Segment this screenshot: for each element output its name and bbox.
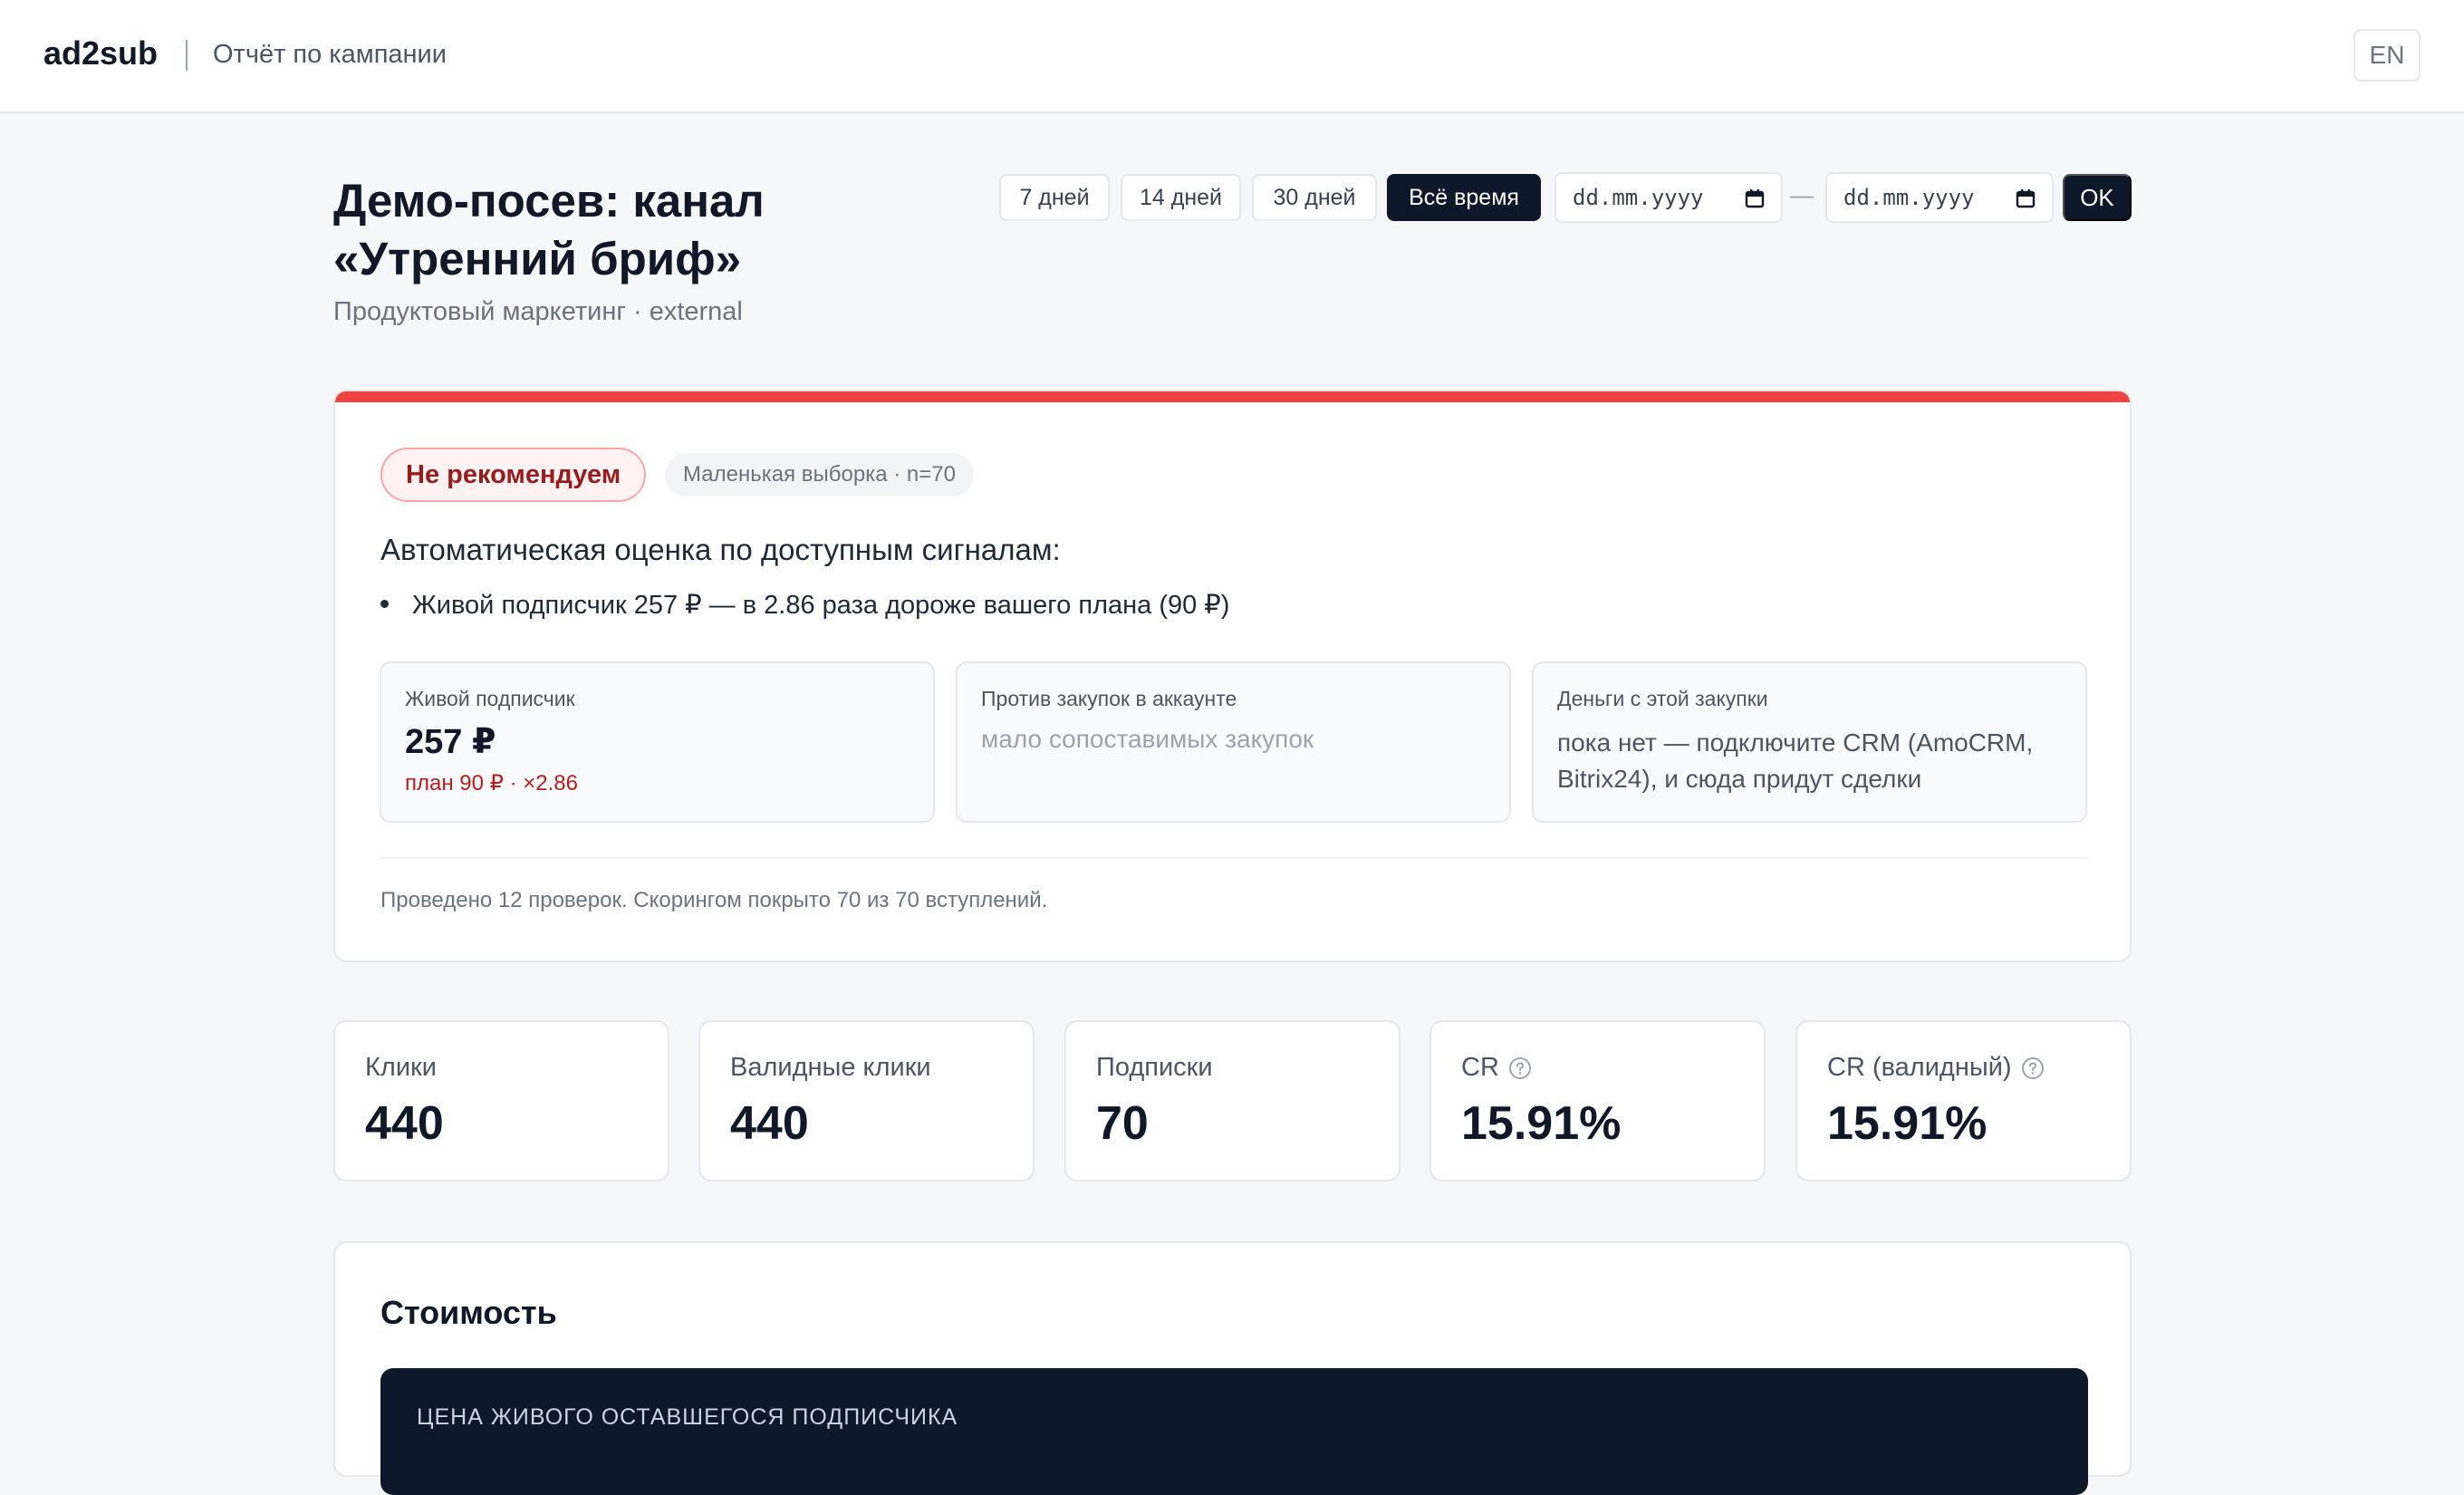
date-to-placeholder: dd.mm.yyyy	[1843, 185, 1975, 210]
kpi-card-valid-clicks: Валидные клики 440	[698, 1020, 1035, 1182]
verdict-status-bar	[335, 391, 2130, 402]
kpi-label: Подписки	[1096, 1053, 1213, 1083]
kpi-label-text: Валидные клики	[730, 1053, 931, 1082]
header-subtitle: Отчёт по кампании	[213, 40, 447, 69]
metric-card-live-subscriber: Живой подписчик 257 ₽ план 90 ₽ · ×2.86	[380, 661, 935, 823]
period-30-days-button[interactable]: 30 дней	[1252, 174, 1377, 221]
calendar-icon[interactable]	[2016, 188, 2036, 208]
apply-period-button[interactable]: OK	[2063, 174, 2132, 221]
verdict-bullet-text: Живой подписчик 257 ₽ — в 2.86 раза доро…	[412, 591, 1230, 620]
calendar-icon[interactable]	[1745, 188, 1765, 208]
language-switch-button[interactable]: EN	[2353, 29, 2421, 82]
kpi-card-cr-valid: CR (валидный) 15.91%	[1795, 1020, 2132, 1182]
verdict-bullet-item: Живой подписчик 257 ₽ — в 2.86 раза доро…	[380, 589, 1229, 621]
cost-section: Стоимость ЦЕНА ЖИВОГО ОСТАВШЕГОСЯ ПОДПИС…	[333, 1241, 2132, 1495]
metric-card-revenue: Деньги с этой закупки пока нет — подключ…	[1532, 661, 2087, 823]
kpi-label-text: CR (валидный)	[1827, 1053, 2012, 1082]
cost-section-title: Стоимость	[380, 1294, 557, 1331]
date-to-input[interactable]: dd.mm.yyyy	[1825, 172, 2054, 223]
metric-card-value: 257 ₽	[405, 723, 496, 761]
date-from-placeholder: dd.mm.yyyy	[1573, 185, 1704, 210]
verdict-intro: Автоматическая оценка по доступным сигна…	[380, 533, 1061, 566]
cost-panel-label: ЦЕНА ЖИВОГО ОСТАВШЕГОСЯ ПОДПИСЧИКА	[417, 1404, 958, 1430]
kpi-label-text: Подписки	[1096, 1053, 1213, 1082]
kpi-value: 440	[730, 1097, 809, 1150]
kpi-value: 70	[1096, 1097, 1149, 1150]
metric-card-value: мало сопоставимых закупок	[981, 725, 1314, 753]
cost-highlight-panel: ЦЕНА ЖИВОГО ОСТАВШЕГОСЯ ПОДПИСЧИКА	[380, 1368, 2088, 1495]
help-icon[interactable]	[1508, 1056, 1532, 1080]
kpi-label: Клики	[365, 1053, 437, 1083]
kpi-label-text: Клики	[365, 1053, 437, 1082]
help-icon[interactable]	[2021, 1056, 2045, 1080]
kpi-card-subscriptions: Подписки 70	[1064, 1020, 1400, 1182]
verdict-card: Не рекомендуем Маленькая выборка · n=70 …	[333, 390, 2132, 962]
brand-logo[interactable]: ad2sub	[43, 34, 158, 72]
bullet-dot	[380, 599, 389, 608]
metric-card-label: Живой подписчик	[405, 687, 575, 710]
date-from-input[interactable]: dd.mm.yyyy	[1554, 172, 1783, 223]
brand-divider	[186, 40, 188, 71]
page-title: Демо-посев: канал «Утренний бриф»	[333, 175, 765, 285]
metric-card-plan-note: план 90 ₽ · ×2.86	[405, 771, 578, 796]
sample-size-badge: Маленькая выборка · n=70	[665, 453, 974, 497]
period-14-days-button[interactable]: 14 дней	[1121, 174, 1241, 221]
metric-card-label: Деньги с этой закупки	[1557, 687, 1768, 710]
kpi-label: Валидные клики	[730, 1053, 931, 1083]
page-subtitle: Продуктовый маркетинг · external	[333, 297, 743, 326]
kpi-label: CR (валидный)	[1827, 1053, 2045, 1083]
date-range-separator: —	[1790, 181, 1814, 208]
period-7-days-button[interactable]: 7 дней	[999, 174, 1110, 221]
kpi-label: CR	[1461, 1053, 1532, 1083]
metric-card-value: пока нет — подключите CRM (AmoCRM, Bitri…	[1557, 728, 2034, 793]
metric-card-label: Против закупок в аккаунте	[981, 687, 1237, 710]
kpi-label-text: CR	[1461, 1053, 1499, 1082]
verdict-status-badge: Не рекомендуем	[380, 448, 647, 502]
verdict-footer: Проведено 12 проверок. Скорингом покрыто…	[380, 888, 1048, 912]
kpi-value: 15.91%	[1461, 1097, 1622, 1150]
kpi-card-cr: CR 15.91%	[1429, 1020, 1766, 1182]
period-all-time-button[interactable]: Всё время	[1387, 174, 1541, 221]
verdict-divider	[380, 857, 2088, 859]
metric-card-account-comparison: Против закупок в аккаунте мало сопостави…	[956, 661, 1511, 823]
kpi-value: 440	[365, 1097, 444, 1150]
top-bar: ad2sub Отчёт по кампании EN	[0, 0, 2464, 113]
kpi-value: 15.91%	[1827, 1097, 1988, 1150]
kpi-card-clicks: Клики 440	[333, 1020, 669, 1182]
